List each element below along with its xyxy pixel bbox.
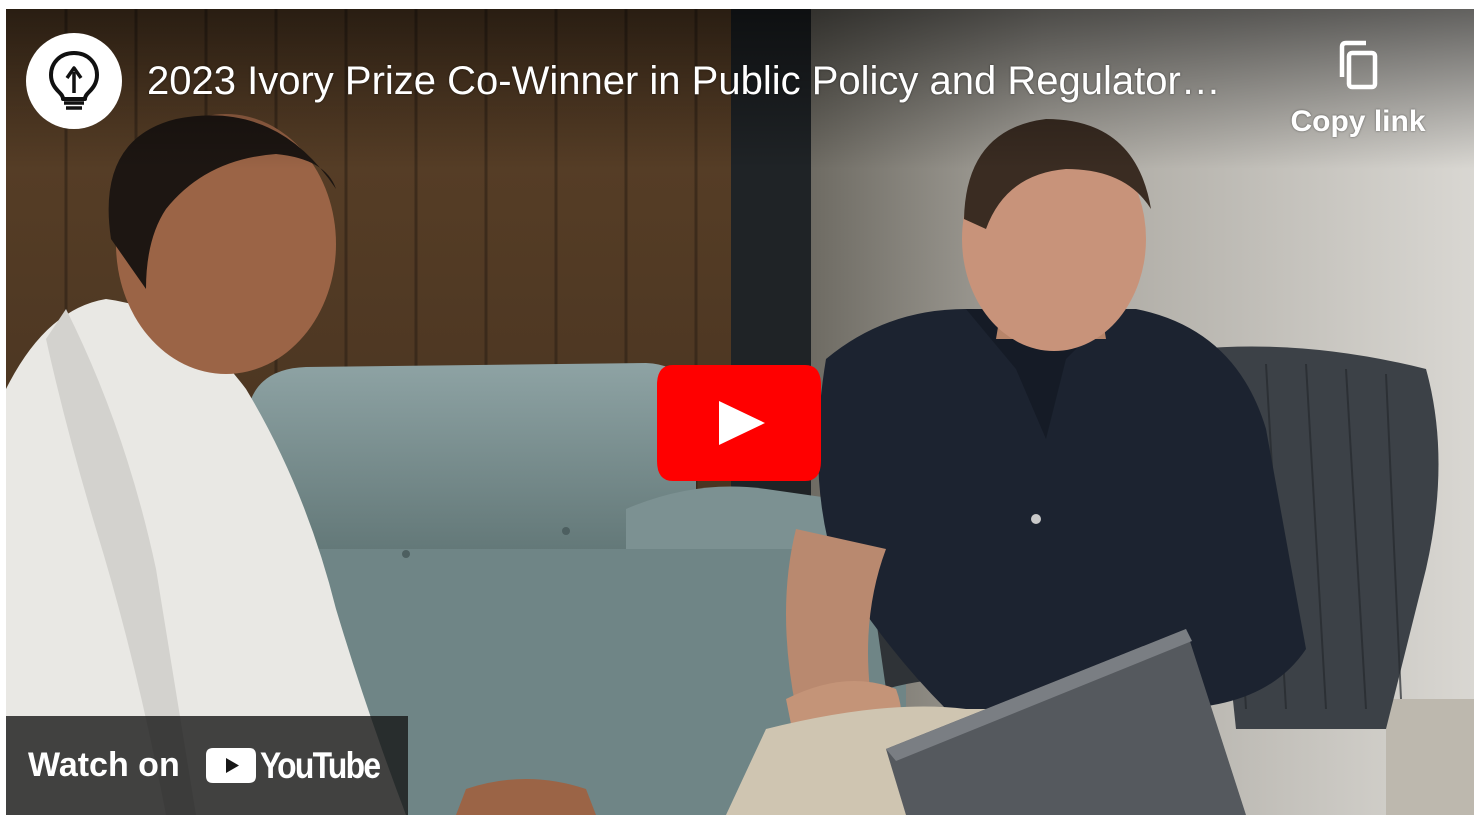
copy-link-button[interactable]: Copy link — [1278, 37, 1438, 149]
watch-on-label: Watch on — [28, 746, 180, 784]
video-player[interactable]: 2023 Ivory Prize Co-Winner in Public Pol… — [6, 9, 1474, 815]
watch-on-youtube-button[interactable]: Watch on YouTube — [6, 716, 408, 815]
channel-avatar[interactable] — [26, 33, 122, 129]
copy-link-label: Copy link — [1290, 105, 1426, 138]
video-title[interactable]: 2023 Ivory Prize Co-Winner in Public Pol… — [147, 55, 1277, 107]
youtube-play-icon — [205, 748, 256, 783]
youtube-wordmark: YouTube — [259, 744, 381, 786]
lightbulb-icon — [49, 51, 99, 110]
play-button[interactable] — [657, 365, 821, 481]
copy-icon — [1339, 40, 1378, 90]
play-icon — [657, 365, 821, 481]
youtube-logo: YouTube — [205, 744, 399, 787]
